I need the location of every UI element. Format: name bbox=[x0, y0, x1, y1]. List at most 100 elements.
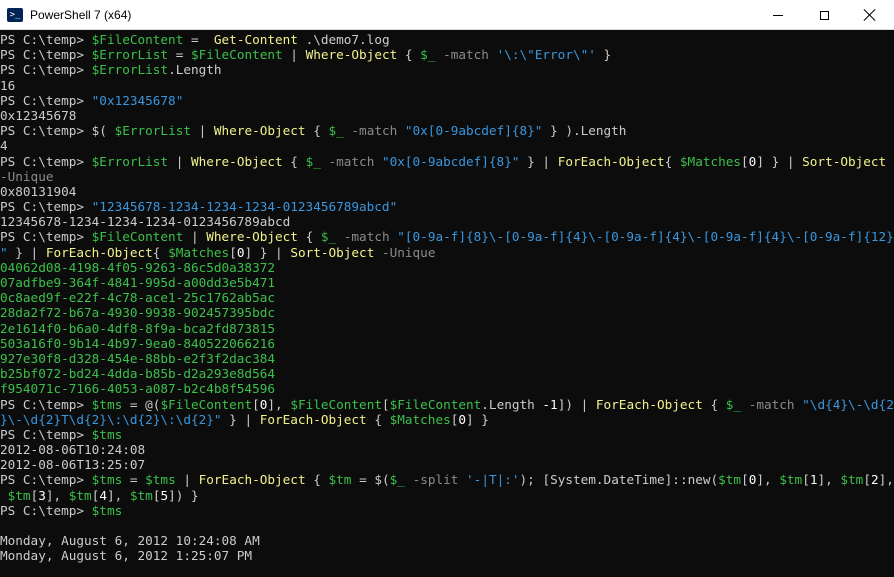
console-token: PS C:\temp> bbox=[0, 426, 92, 442]
console-token: { bbox=[702, 396, 726, 412]
console-token: = @( bbox=[122, 396, 161, 412]
console-token: Length bbox=[175, 62, 222, 78]
console-token: $FileContent bbox=[389, 396, 482, 412]
console-token: "12345678-1234-1234-1234-0123456789abcd" bbox=[91, 199, 398, 215]
console-token: ], bbox=[756, 472, 780, 488]
console-line: 2012-08-06T10:24:08 bbox=[0, 442, 894, 457]
console-token: '-|T|:' bbox=[466, 472, 520, 488]
maximize-icon bbox=[819, 10, 829, 20]
console-token: $Matches bbox=[168, 244, 230, 260]
console-token: $tms bbox=[91, 502, 123, 518]
console-token: PS C:\temp> bbox=[0, 199, 92, 215]
console-line: PS C:\temp> $tms = @($FileContent[0], $F… bbox=[0, 397, 894, 412]
console-line: 0c8aed9f-e22f-4c78-ace1-25c1762ab5ac bbox=[0, 290, 894, 305]
console-token: -match bbox=[748, 396, 795, 412]
console-line: 07adfbe9-364f-4841-995d-a00dd3e5b471 bbox=[0, 275, 894, 290]
console-token: -match bbox=[328, 153, 375, 169]
console-token bbox=[489, 47, 497, 62]
console-token: -match bbox=[351, 123, 398, 139]
console-line: PS C:\temp> $FileContent = Get-Content .… bbox=[0, 32, 894, 47]
console-output[interactable]: PS C:\temp> $FileContent = Get-Content .… bbox=[0, 30, 894, 577]
console-token: 12345678-1234-1234-1234-0123456789abcd bbox=[0, 214, 291, 230]
console-token: $FileContent bbox=[91, 32, 184, 47]
console-token: 07adfbe9-364f-4841-995d-a00dd3e5b471 bbox=[0, 275, 275, 290]
maximize-button[interactable] bbox=[801, 0, 847, 30]
console-token: ], bbox=[267, 396, 291, 412]
console-token: $_ bbox=[320, 229, 337, 245]
console-token: $ErrorList bbox=[114, 123, 191, 139]
console-token: [ bbox=[863, 472, 871, 488]
console-token: $Matches bbox=[389, 411, 451, 427]
console-line: PS C:\temp> $( $ErrorList | Where-Object… bbox=[0, 123, 894, 138]
console-token: $tms bbox=[91, 426, 123, 442]
close-icon bbox=[864, 9, 876, 21]
console-token bbox=[397, 123, 405, 138]
console-token: { bbox=[366, 411, 390, 427]
console-token: ForEach-Object bbox=[198, 472, 306, 488]
console-token: | bbox=[183, 229, 207, 245]
console-token: 3 bbox=[38, 487, 46, 503]
console-token: Sort-Object bbox=[290, 244, 375, 260]
console-token: 2012-08-06T13:25:07 bbox=[0, 457, 146, 473]
console-token: 2 bbox=[870, 472, 879, 488]
console-line: PS C:\temp> $ErrorList = $FileContent | … bbox=[0, 47, 894, 62]
console-line: Monday, August 6, 2012 1:25:07 PM bbox=[0, 548, 894, 563]
console-token bbox=[336, 229, 344, 244]
console-line: $tm[3], $tm[4], $tm[5]) } bbox=[0, 488, 894, 503]
console-token: $ErrorList bbox=[91, 153, 169, 169]
console-token: $ErrorList bbox=[91, 62, 169, 78]
console-line: b25bf072-bd24-4dda-b85b-d2a293e8d564 bbox=[0, 366, 894, 381]
console-token: 0x12345678 bbox=[0, 107, 77, 123]
console-token: ForEach-Object bbox=[45, 244, 153, 260]
console-token: { bbox=[152, 244, 169, 260]
console-token: | bbox=[190, 123, 214, 139]
minimize-button[interactable] bbox=[755, 0, 801, 30]
console-token: PS C:\temp> bbox=[0, 123, 92, 139]
console-token: "[0-9a-f]{8}\-[0-9a-f]{4}\-[0-9a-f]{4}\-… bbox=[397, 229, 894, 245]
console-line: 0x80131904 bbox=[0, 184, 894, 199]
console-token: { bbox=[282, 153, 306, 169]
console-line: PS C:\temp> "0x12345678" bbox=[0, 93, 894, 108]
console-token: $tms bbox=[91, 472, 123, 488]
console-token bbox=[458, 472, 466, 487]
console-token: '\:\"Error\"' bbox=[496, 47, 596, 63]
console-line: " } | ForEach-Object{ $Matches[0] } | So… bbox=[0, 245, 894, 260]
console-line: PS C:\temp> $tms = $tms | ForEach-Object… bbox=[0, 472, 894, 487]
console-token: = bbox=[183, 32, 214, 47]
console-token: ForEach-Object bbox=[557, 153, 665, 169]
close-button[interactable] bbox=[847, 0, 893, 30]
console-token bbox=[435, 47, 443, 62]
console-token: ], bbox=[106, 487, 130, 503]
console-token: 2012-08-06T10:24:08 bbox=[0, 442, 146, 458]
console-line: 503a16f0-9b14-4b97-9ea0-840522066216 bbox=[0, 336, 894, 351]
console-token: $FileContent bbox=[190, 47, 283, 63]
console-token: PS C:\temp> bbox=[0, 502, 92, 518]
console-token: PS C:\temp> bbox=[0, 92, 92, 108]
console-line: PS C:\temp> $FileContent | Where-Object … bbox=[0, 229, 894, 244]
console-token: $tm bbox=[129, 487, 153, 503]
console-token: ] } | bbox=[244, 244, 291, 260]
console-token: PS C:\temp> bbox=[0, 153, 92, 169]
console-token: { bbox=[397, 47, 421, 63]
console-token: | bbox=[175, 472, 199, 488]
console-token: ] } bbox=[466, 411, 489, 427]
console-token bbox=[321, 154, 329, 169]
console-token bbox=[405, 472, 413, 487]
console-token: . bbox=[168, 62, 176, 78]
console-line: 2e1614f0-b6a0-4df8-8f9a-bca2fd873815 bbox=[0, 321, 894, 336]
console-token: [ bbox=[802, 472, 810, 488]
console-token: $_ bbox=[328, 123, 344, 139]
console-token: ); [System.DateTime]::new( bbox=[519, 472, 719, 488]
console-token: Where-Object bbox=[190, 153, 283, 169]
title-bar[interactable]: >_ PowerShell 7 (x64) bbox=[0, 0, 894, 30]
console-token: ForEach-Object bbox=[595, 396, 703, 412]
console-line: PS C:\temp> "12345678-1234-1234-1234-012… bbox=[0, 199, 894, 214]
console-token: -Unique bbox=[0, 168, 54, 184]
console-token: 0 bbox=[458, 411, 466, 427]
console-token: Where-Object bbox=[305, 47, 398, 63]
console-token bbox=[374, 154, 382, 169]
console-token: { bbox=[305, 472, 329, 488]
console-token: $tm bbox=[840, 472, 864, 488]
console-line: 2012-08-06T13:25:07 bbox=[0, 457, 894, 472]
console-token: $_ bbox=[420, 47, 436, 63]
